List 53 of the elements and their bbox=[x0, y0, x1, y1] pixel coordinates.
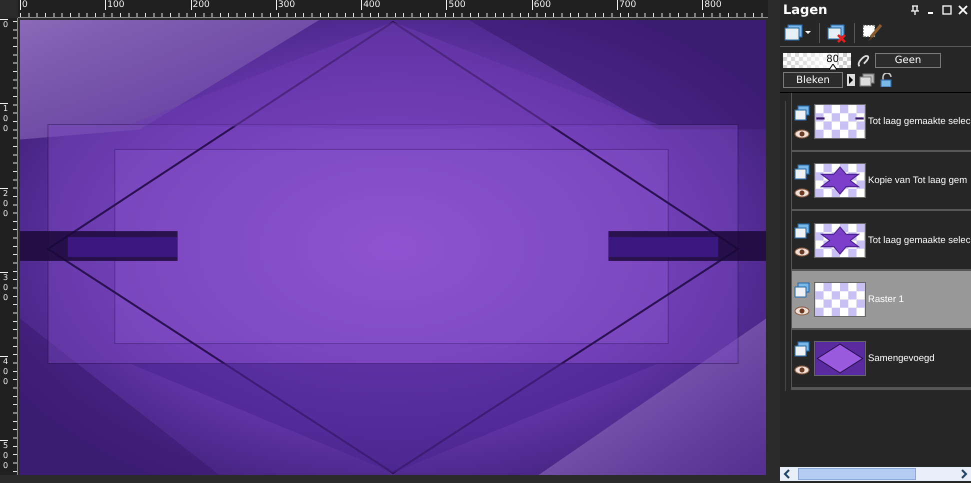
maximize-icon[interactable] bbox=[942, 5, 952, 15]
eye-icon[interactable] bbox=[794, 365, 810, 376]
layer-thumbnail bbox=[814, 104, 866, 140]
ruler-label: 500 bbox=[446, 0, 532, 10]
ruler-label: 300 bbox=[276, 0, 362, 10]
ruler-label: 100 bbox=[105, 0, 191, 10]
layer-name: Tot laag gemaakte selec bbox=[868, 116, 971, 128]
ruler-label: 700 bbox=[617, 0, 702, 10]
ruler-label: 0 bbox=[0, 19, 8, 104]
raster-layer-icon bbox=[794, 104, 810, 121]
ruler-label: 200 bbox=[190, 0, 276, 10]
ruler-label: 0 bbox=[20, 0, 106, 10]
layer-thumbnail bbox=[814, 340, 866, 376]
slider-thumb-icon[interactable] bbox=[829, 64, 838, 70]
raster-layer-icon bbox=[794, 164, 810, 180]
blend-mode-dropdown[interactable]: Bleken bbox=[783, 72, 843, 88]
link-icon bbox=[856, 54, 870, 68]
layer-name: Samengevoegd bbox=[868, 352, 936, 364]
eye-icon[interactable] bbox=[794, 306, 810, 316]
raster-layer-icon bbox=[794, 341, 810, 358]
horizontal-scrollbar[interactable] bbox=[780, 467, 971, 481]
ruler-label: 600 bbox=[532, 0, 618, 10]
ruler-label: 100 bbox=[0, 103, 8, 188]
layer-row[interactable]: Samengevoegd bbox=[792, 330, 971, 390]
opacity-value: 80 bbox=[826, 54, 839, 65]
layer-row[interactable]: Tot laag gemaakte selec bbox=[792, 93, 971, 152]
layer-name: Raster 1 bbox=[868, 294, 905, 305]
raster-layer-icon bbox=[794, 282, 810, 298]
ruler-label: 500 bbox=[0, 440, 8, 483]
opacity-slider[interactable]: 80 bbox=[783, 53, 851, 68]
raster-layer-icon bbox=[794, 223, 810, 239]
new-layer-icon[interactable] bbox=[783, 23, 813, 43]
layer-group-icon[interactable] bbox=[859, 73, 875, 87]
delete-layer-icon[interactable] bbox=[826, 23, 848, 43]
layer-name: Tot laag gemaakte selec bbox=[868, 234, 971, 246]
layer-thumbnail bbox=[814, 282, 866, 317]
ruler-label: 200 bbox=[0, 188, 8, 272]
layer-row[interactable]: Tot laag gemaakte selec bbox=[792, 211, 971, 271]
layer-name: Kopie van Tot laag gem bbox=[868, 175, 968, 186]
ruler-label: 400 bbox=[0, 356, 8, 440]
ruler-label: 400 bbox=[361, 0, 446, 10]
dropdown-arrow-icon[interactable] bbox=[847, 74, 855, 86]
layer-thumbnail bbox=[814, 163, 866, 198]
eye-icon[interactable] bbox=[794, 128, 810, 139]
layer-row[interactable]: Kopie van Tot laag gem bbox=[792, 152, 971, 212]
eye-icon[interactable] bbox=[794, 188, 810, 198]
pin-icon[interactable] bbox=[910, 5, 920, 15]
mask-brush-icon[interactable] bbox=[861, 23, 883, 43]
close-icon[interactable] bbox=[958, 5, 968, 15]
layer-thumbnail bbox=[814, 222, 866, 258]
mask-button[interactable]: Geen bbox=[875, 53, 941, 68]
eye-icon[interactable] bbox=[794, 247, 810, 257]
ruler-label: 300 bbox=[0, 272, 8, 356]
